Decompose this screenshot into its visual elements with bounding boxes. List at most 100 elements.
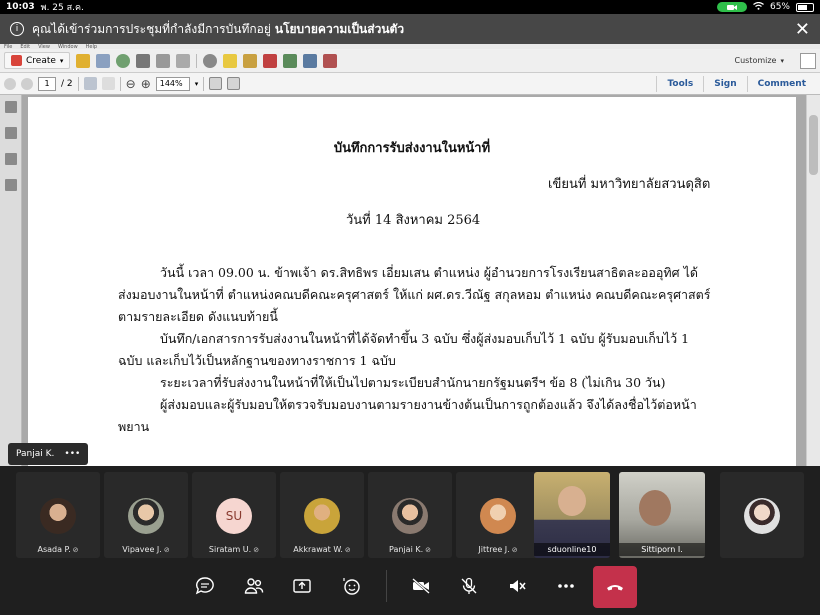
info-icon: i (10, 22, 24, 36)
participant-name: Akkrawat W. (293, 545, 343, 554)
paragraph-4: ผู้ส่งมอบและผู้รับมอบให้ตรวจรับมอบงานตาม… (118, 394, 778, 438)
paragraph-2-line-1: บันทึก/เอกสารการรับส่งงานในหน้าที่ได้จัด… (160, 331, 690, 346)
sign-icon[interactable] (323, 53, 338, 68)
participant-name-row: Asada P. ⊘ (16, 545, 100, 554)
status-bar: 10:03 พ. 25 ส.ค. 65% (0, 0, 820, 14)
speaker-off-icon[interactable] (505, 574, 529, 598)
create-pdf-icon (11, 55, 22, 66)
bookmarks-icon[interactable] (4, 127, 17, 139)
close-icon[interactable]: ✕ (795, 19, 810, 40)
paragraph-4-line-1: ผู้ส่งมอบและผู้รับมอบให้ตรวจรับมอบงานตาม… (160, 397, 697, 412)
participant-name-row: Jittree J. ⊘ (456, 545, 540, 554)
mic-off-icon: ⊘ (511, 546, 518, 554)
participant-video-tile[interactable]: Sittiporn I. (619, 472, 705, 558)
edit-icon[interactable] (156, 53, 171, 68)
email-icon[interactable] (176, 53, 191, 68)
more-icon[interactable] (554, 574, 578, 598)
comment-icon[interactable] (223, 53, 238, 68)
presenter-name: Panjai K. (16, 449, 55, 459)
paragraph-1-line-2: ส่งมอบงานในหน้าที่ ตำแหน่งคณบดีคณะครุศาส… (118, 287, 711, 302)
create-button[interactable]: Create ▾ (4, 52, 71, 69)
tab-comment[interactable]: Comment (746, 75, 816, 92)
fit-width-icon[interactable] (227, 77, 241, 90)
chat-icon[interactable] (193, 574, 217, 598)
open-folder-icon[interactable] (76, 53, 91, 68)
participant-video-tile[interactable]: sduonline10 (534, 472, 610, 558)
toolbar-divider (196, 53, 198, 68)
paragraph-3-line-1: ระยะเวลาที่รับส่งงานในหน้าที่ให้เป็นไปตา… (160, 375, 666, 390)
camera-active-icon (716, 2, 747, 12)
page-thumbnails-icon[interactable] (4, 101, 17, 113)
highlight-icon[interactable] (243, 53, 258, 68)
mic-off-icon: ⊘ (253, 546, 260, 554)
paragraph-2: บันทึก/เอกสารการรับส่งงานในหน้าที่ได้จัด… (118, 328, 778, 372)
more-icon[interactable]: ••• (64, 449, 80, 459)
privacy-policy-link[interactable]: นโยบายความเป็นส่วนตัว (275, 20, 404, 39)
status-date: พ. 25 ส.ค. (40, 3, 84, 13)
pdf-page: บันทึกการรับส่งงานในหน้าที่ เขียนที่ มหา… (28, 97, 796, 466)
participant-tile[interactable]: Asada P. ⊘ (16, 472, 100, 558)
settings-icon[interactable] (203, 53, 218, 68)
scrollbar-thumb[interactable] (809, 115, 818, 175)
reactions-icon[interactable] (339, 574, 363, 598)
toolbar-divider (77, 76, 79, 91)
battery-icon (796, 2, 814, 12)
paragraph-1: วันนี้ เวลา 09.00 น. ข้าพเจ้า ดร.สิทธิพร… (118, 262, 778, 328)
chevron-down-icon[interactable]: ▾ (195, 80, 199, 88)
select-cursor-icon[interactable] (83, 77, 97, 90)
export-icon[interactable] (303, 53, 318, 68)
page-down-icon[interactable] (21, 77, 33, 90)
zoom-in-icon[interactable]: ⊕ (141, 77, 151, 91)
presenter-label[interactable]: Panjai K. ••• (8, 443, 89, 465)
battery-percent: 65% (769, 2, 790, 12)
stamp-icon[interactable] (263, 53, 278, 68)
zoom-level-input[interactable]: 144% (155, 76, 190, 91)
save-icon[interactable] (96, 53, 111, 68)
fit-page-icon[interactable] (209, 77, 223, 90)
participant-name-row: Siratam U. ⊘ (192, 545, 276, 554)
camera-off-icon[interactable] (409, 574, 433, 598)
participant-name-row: Panjai K. ⊘ (368, 545, 452, 554)
zoom-out-icon[interactable]: ⊖ (126, 77, 136, 91)
participant-name: sduonline10 (534, 543, 610, 556)
hang-up-icon (607, 585, 623, 591)
participant-tile[interactable]: Vipavee J. ⊘ (104, 472, 188, 558)
mic-off-icon: ⊘ (72, 546, 79, 554)
participant-tile[interactable]: SU Siratam U. ⊘ (192, 472, 276, 558)
paragraph-4-line-2: พยาน (118, 419, 150, 434)
expand-icon[interactable] (800, 52, 816, 69)
customize-dropdown[interactable]: Customize ▾ (734, 56, 784, 65)
signatures-icon[interactable] (4, 153, 17, 165)
page-number-input[interactable]: 1 (38, 76, 56, 91)
layers-icon[interactable] (4, 179, 17, 191)
pdf-toolbar-navigation: 1 / 2 ⊖ ⊕ 144% ▾ Tools Sign Comment (0, 73, 820, 95)
right-panel-tabs: Tools Sign Comment (656, 75, 816, 92)
participant-name-row: Akkrawat W. ⊘ (280, 545, 364, 554)
mic-off-icon[interactable] (457, 574, 481, 598)
tab-sign[interactable]: Sign (703, 75, 746, 92)
participant-tile[interactable] (720, 472, 804, 558)
participants-icon[interactable] (242, 574, 266, 598)
participant-tile[interactable]: Panjai K. ⊘ (368, 472, 452, 558)
cloud-upload-icon[interactable] (116, 53, 131, 68)
document-scrollbar[interactable] (806, 95, 820, 466)
leave-call-button[interactable] (593, 566, 637, 608)
document-date: วันที่ 14 สิงหาคม 2564 (346, 213, 481, 228)
participant-name-row: Vipavee J. ⊘ (104, 545, 188, 554)
avatar: SU (216, 498, 252, 534)
participant-tile[interactable]: Jittree J. ⊘ (456, 472, 540, 558)
video-person (558, 486, 586, 516)
share-screen-icon[interactable] (290, 574, 314, 598)
hand-tool-icon[interactable] (101, 77, 115, 90)
paragraph-3: ระยะเวลาที่รับส่งงานในหน้าที่ให้เป็นไปตา… (118, 372, 778, 394)
avatar (480, 498, 516, 534)
document-location: เขียนที่ มหาวิทยาลัยสวนดุสิต (548, 177, 711, 192)
participant-tile[interactable]: Akkrawat W. ⊘ (280, 472, 364, 558)
attach-icon[interactable] (283, 53, 298, 68)
print-icon[interactable] (136, 53, 151, 68)
participant-name: Asada P. (37, 545, 71, 554)
page-up-icon[interactable] (4, 77, 16, 90)
document-title: บันทึกการรับส่งงานในหน้าที่ (333, 141, 491, 156)
call-controls (0, 558, 820, 615)
tab-tools[interactable]: Tools (656, 75, 703, 92)
